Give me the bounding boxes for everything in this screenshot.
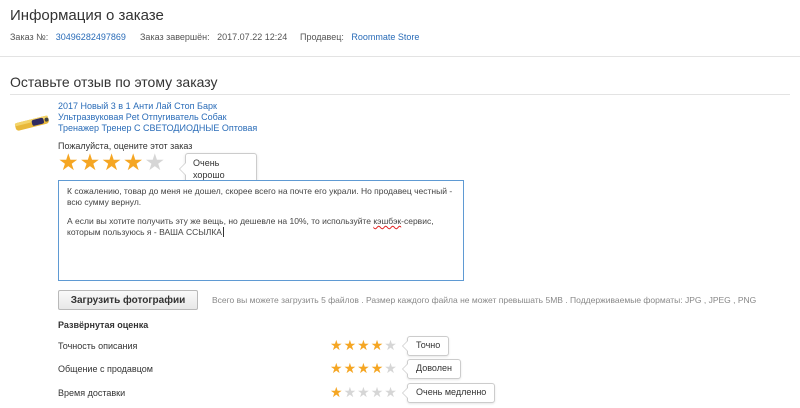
upload-hint: Всего вы можете загрузить 5 файлов . Раз… xyxy=(212,295,757,305)
star-icon[interactable]: ★ xyxy=(101,151,122,174)
rating-tooltip-accuracy: Точно xyxy=(401,336,450,356)
star-icon[interactable]: ★ xyxy=(58,151,79,174)
star-icon[interactable]: ★ xyxy=(357,385,370,399)
product-thumbnail[interactable] xyxy=(12,110,54,136)
rating-label-communication: Общение с продавцом xyxy=(58,364,153,374)
star-icon[interactable]: ★ xyxy=(123,151,144,174)
rating-stars-communication[interactable]: ★ ★ ★ ★ ★ xyxy=(330,361,397,375)
star-icon[interactable]: ★ xyxy=(357,361,370,375)
review-heading: Оставьте отзыв по этому заказу xyxy=(10,74,218,90)
review-text-paragraph: А если вы хотите получить эту же вещь, н… xyxy=(67,216,455,238)
overall-star-rating[interactable]: ★ ★ ★ ★ ★ xyxy=(58,151,165,174)
seller-field: Продавец: Roommate Store xyxy=(300,32,419,42)
order-info-title: Информация о заказе xyxy=(10,7,164,24)
rating-tooltip-delivery: Очень медленно xyxy=(401,383,496,403)
rating-tooltip-communication: Доволен xyxy=(402,359,461,379)
star-icon[interactable]: ★ xyxy=(357,338,370,352)
star-icon[interactable]: ★ xyxy=(80,151,101,174)
order-number-field: Заказ №: 30496282497869 xyxy=(10,32,126,42)
detailed-rating-title: Развёрнутая оценка xyxy=(58,320,149,330)
upload-photos-button[interactable]: Загрузить фотографии xyxy=(58,290,198,310)
rating-label-delivery: Время доставки xyxy=(58,388,126,398)
seller-link[interactable]: Roommate Store xyxy=(351,32,419,42)
divider xyxy=(10,94,790,95)
divider xyxy=(0,56,800,57)
review-textarea[interactable]: К сожалению, товар до меня не дошел, ско… xyxy=(58,180,464,281)
star-icon[interactable]: ★ xyxy=(384,385,397,399)
star-icon[interactable]: ★ xyxy=(371,385,384,399)
review-text-paragraph: К сожалению, товар до меня не дошел, ско… xyxy=(67,186,453,207)
star-icon[interactable]: ★ xyxy=(145,151,166,174)
misspelled-word: кэшбэк xyxy=(373,216,402,226)
star-icon[interactable]: ★ xyxy=(330,361,343,375)
order-completed-label: Заказ завершён: xyxy=(140,32,210,42)
star-icon[interactable]: ★ xyxy=(344,338,357,352)
star-icon[interactable]: ★ xyxy=(371,361,384,375)
star-icon[interactable]: ★ xyxy=(371,338,384,352)
star-icon[interactable]: ★ xyxy=(384,338,397,352)
rating-stars-accuracy[interactable]: ★ ★ ★ ★ ★ xyxy=(330,338,397,352)
order-completed-date: 2017.07.22 12:24 xyxy=(217,32,288,42)
rating-stars-delivery[interactable]: ★ ★ ★ ★ ★ xyxy=(330,385,397,399)
product-title-line-3[interactable]: Тренажер Тренер С СВЕТОДИОДНЫЕ Оптовая xyxy=(58,123,257,134)
rating-label-accuracy: Точность описания xyxy=(58,341,138,351)
star-icon[interactable]: ★ xyxy=(344,385,357,399)
seller-label: Продавец: xyxy=(300,32,344,42)
order-number-label: Заказ №: xyxy=(10,32,49,42)
star-icon[interactable]: ★ xyxy=(330,338,343,352)
text-cursor xyxy=(222,227,224,237)
star-icon[interactable]: ★ xyxy=(330,385,343,399)
order-completed-field: Заказ завершён: 2017.07.22 12:24 xyxy=(140,32,287,42)
star-icon[interactable]: ★ xyxy=(384,361,397,375)
product-title-line-1[interactable]: 2017 Новый 3 в 1 Анти Лай Стоп Барк xyxy=(58,101,217,112)
star-icon[interactable]: ★ xyxy=(344,361,357,375)
product-title-line-2[interactable]: Ультразвуковая Pet Отпугиватель Собак xyxy=(58,112,227,123)
order-number-link[interactable]: 30496282497869 xyxy=(56,32,126,42)
review-text-span: А если вы хотите получить эту же вещь, н… xyxy=(67,216,374,226)
